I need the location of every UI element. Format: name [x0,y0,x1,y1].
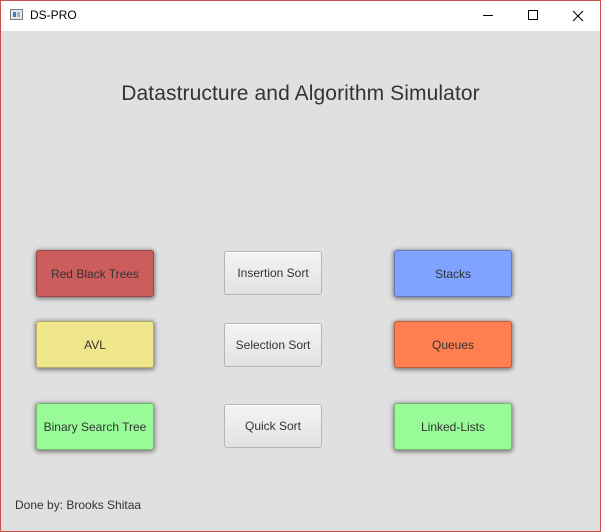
close-button[interactable] [555,1,601,31]
stacks-button[interactable]: Stacks [394,250,512,297]
red-black-trees-button[interactable]: Red Black Trees [36,250,154,297]
window-title: DS-PRO [30,8,77,22]
app-icon [10,9,23,20]
binary-search-tree-button[interactable]: Binary Search Tree [36,403,154,450]
avl-button[interactable]: AVL [36,321,154,368]
selection-sort-button[interactable]: Selection Sort [224,323,322,367]
quick-sort-button[interactable]: Quick Sort [224,404,322,448]
title-bar: DS-PRO [1,1,600,31]
maximize-button[interactable] [510,1,556,31]
minimize-button[interactable] [465,1,511,31]
queues-button[interactable]: Queues [394,321,512,368]
author-credit: Done by: Brooks Shitaa [15,498,142,512]
close-icon [572,10,584,22]
page-title: Datastructure and Algorithm Simulator [121,82,480,105]
insertion-sort-button[interactable]: Insertion Sort [224,251,322,295]
app-window: DS-PRO Datastructure and Algorithm Simul… [0,0,601,532]
linked-lists-button[interactable]: Linked-Lists [394,403,512,450]
main-content: Datastructure and Algorithm Simulator Re… [1,31,600,531]
